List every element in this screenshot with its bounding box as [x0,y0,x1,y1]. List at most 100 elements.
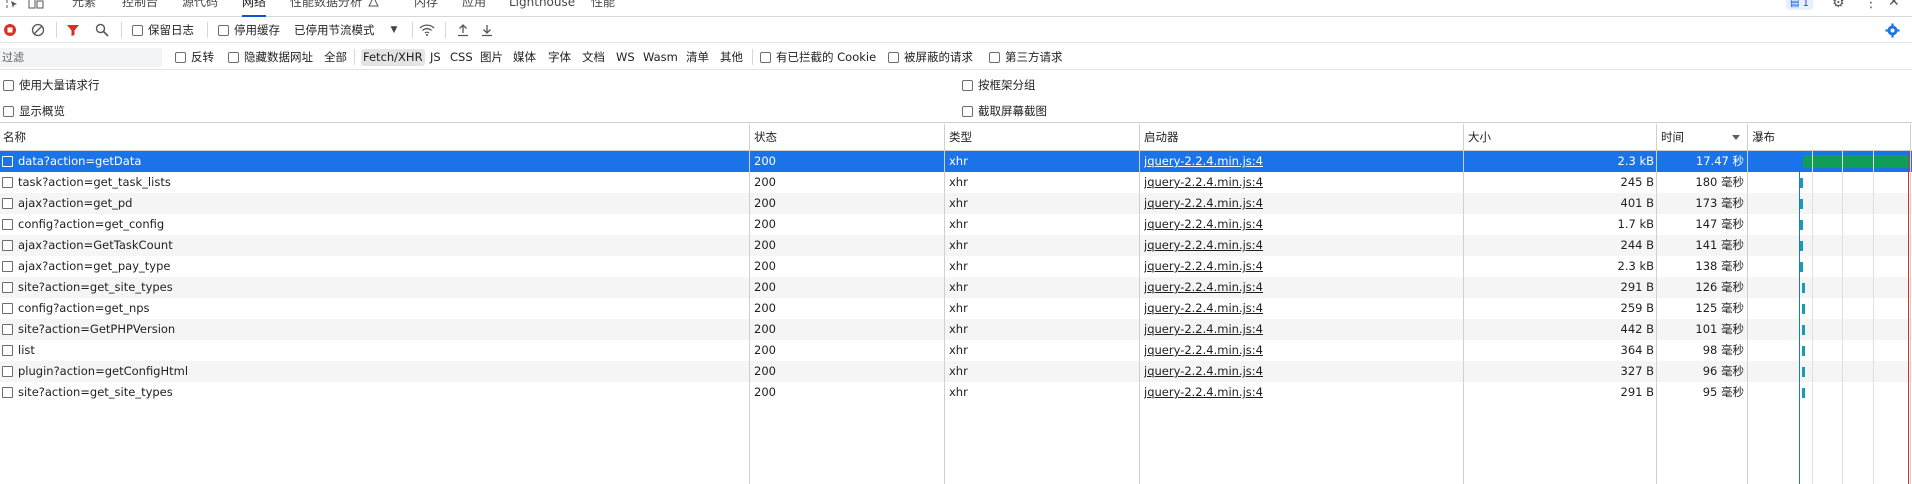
type-filter-all[interactable]: 全部 [322,49,349,66]
column-divider[interactable] [1910,124,1911,484]
inspect-element-icon[interactable] [6,0,19,12]
table-row[interactable]: ajax?action=get_pd 200 xhr jquery-2.2.4.min… [0,193,1912,214]
tab-performance[interactable]: 性能 [591,0,615,17]
network-settings-button[interactable] [1885,17,1900,43]
column-header-waterfall[interactable]: 瀑布 [1749,124,1775,151]
issues-count: 1 [1802,0,1810,9]
type-filter-img[interactable]: 图片 [478,49,505,66]
table-row[interactable]: site?action=get_site_types 200 xhr jquery-2… [0,277,1912,298]
export-har-button[interactable] [480,17,494,43]
type-filter-other[interactable]: 其他 [718,49,745,66]
show-overview-checkbox[interactable]: 显示概览 [3,103,65,119]
column-header-time[interactable]: 时间 [1658,124,1684,151]
type-filter-fetch-xhr[interactable]: Fetch/XHR [361,49,425,66]
cell-status: 200 [754,364,776,378]
type-filter-media[interactable]: 媒体 [511,49,538,66]
table-row[interactable]: data?action=getData 200 xhr jquery-2.2.4.mi… [0,151,1912,172]
tab-lighthouse[interactable]: Lighthouse [509,0,575,17]
column-divider[interactable] [1139,124,1140,484]
table-row[interactable]: list 200 xhr jquery-2.2.4.min.js:4 364 B 98 毫… [0,340,1912,361]
search-button[interactable] [95,17,109,43]
cell-initiator[interactable]: jquery-2.2.4.min.js:4 [1144,235,1444,256]
filter-input[interactable] [0,48,162,67]
cell-initiator[interactable]: jquery-2.2.4.min.js:4 [1144,193,1444,214]
waterfall-bar [1802,283,1805,293]
cell-size: 2.3 kB [1617,259,1655,273]
third-party-checkbox[interactable]: 第三方请求 [989,44,1063,70]
throttling-value: 已停用节流模式 [294,23,375,37]
clear-button[interactable] [31,17,45,43]
type-filter-manifest[interactable]: 清单 [684,49,711,66]
column-divider[interactable] [1463,124,1464,484]
request-type-icon [2,261,13,272]
network-conditions-button[interactable] [419,17,435,43]
cell-time: 173 毫秒 [1695,196,1744,210]
cell-time: 98 毫秒 [1702,343,1744,357]
large-rows-checkbox[interactable]: 使用大量请求行 [3,77,100,93]
cell-initiator[interactable]: jquery-2.2.4.min.js:4 [1144,382,1444,403]
table-header: 名称 状态 类型 启动器 大小 时间 瀑布 [0,124,1912,151]
blocked-requests-checkbox[interactable]: 被屏蔽的请求 [888,44,973,70]
table-row[interactable]: plugin?action=getConfigHtml 200 xhr jquery-… [0,361,1912,382]
issues-badge[interactable]: ▤ 1 [1786,0,1814,10]
waterfall-bar [1800,220,1803,230]
preserve-log-checkbox[interactable]: 保留日志 [132,17,194,43]
import-har-button[interactable] [456,17,470,43]
cell-initiator[interactable]: jquery-2.2.4.min.js:4 [1144,172,1444,193]
cell-initiator[interactable]: jquery-2.2.4.min.js:4 [1144,298,1444,319]
capture-screenshots-checkbox[interactable]: 截取屏幕截图 [962,103,1047,119]
cell-size: 2.3 kB [1617,154,1655,168]
cell-initiator[interactable]: jquery-2.2.4.min.js:4 [1144,340,1444,361]
table-row[interactable]: config?action=get_nps 200 xhr jquery-2.2.4.… [0,298,1912,319]
cell-initiator[interactable]: jquery-2.2.4.min.js:4 [1144,151,1444,172]
disable-cache-checkbox[interactable]: 停用缓存 [218,17,280,43]
column-header-name[interactable]: 名称 [0,124,26,151]
cell-initiator[interactable]: jquery-2.2.4.min.js:4 [1144,277,1444,298]
type-filter-ws[interactable]: WS [614,49,637,66]
group-by-frame-checkbox[interactable]: 按框架分组 [962,77,1036,93]
column-header-initiator[interactable]: 启动器 [1141,124,1179,151]
close-icon[interactable]: ✕ [1888,0,1900,10]
tab-sources[interactable]: 源代码 [182,0,218,17]
throttling-select[interactable]: 已停用节流模式 ▼ [294,17,397,43]
table-row[interactable]: site?action=get_site_types 200 xhr jquery-2… [0,382,1912,403]
invert-checkbox[interactable]: 反转 [175,44,214,70]
device-toolbar-icon[interactable] [28,0,44,12]
type-filter-css[interactable]: CSS [448,49,475,66]
column-divider[interactable] [1656,124,1657,484]
tab-network[interactable]: 网络 [242,0,267,17]
tab-application[interactable]: 应用 [462,0,486,17]
tab-console[interactable]: 控制台 [122,0,158,17]
type-filter-wasm[interactable]: Wasm [641,49,680,66]
table-row[interactable]: site?action=GetPHPVersion 200 xhr jquery-2.… [0,319,1912,340]
cell-initiator[interactable]: jquery-2.2.4.min.js:4 [1144,319,1444,340]
table-row[interactable]: ajax?action=get_pay_type 200 xhr jquery-2.2… [0,256,1912,277]
tab-memory[interactable]: 内存 [414,0,438,17]
record-button[interactable] [3,17,17,43]
settings-gear-icon[interactable]: ⚙ [1832,0,1845,11]
type-filter-doc[interactable]: 文档 [580,49,607,66]
cell-initiator[interactable]: jquery-2.2.4.min.js:4 [1144,214,1444,235]
cell-initiator[interactable]: jquery-2.2.4.min.js:4 [1144,361,1444,382]
hide-data-urls-checkbox[interactable]: 隐藏数据网址 [228,44,313,70]
tab-elements[interactable]: 元素 [72,0,96,17]
table-row[interactable]: task?action=get_task_lists 200 xhr jquery-2… [0,172,1912,193]
column-header-status[interactable]: 状态 [751,124,777,151]
type-filter-js[interactable]: JS [428,49,443,66]
more-options-icon[interactable]: ⋮ [1864,0,1878,11]
waterfall-load-line [1908,151,1909,484]
cell-status: 200 [754,154,776,168]
column-divider[interactable] [749,124,750,484]
blocked-cookies-checkbox[interactable]: 有已拦截的 Cookie [760,44,876,70]
column-header-type[interactable]: 类型 [946,124,972,151]
column-divider[interactable] [1747,124,1748,484]
table-row[interactable]: ajax?action=GetTaskCount 200 xhr jquery-2.2… [0,235,1912,256]
cell-initiator[interactable]: jquery-2.2.4.min.js:4 [1144,256,1444,277]
table-row[interactable]: config?action=get_config 200 xhr jquery-2.2… [0,214,1912,235]
checkbox-box [132,24,143,36]
type-filter-font[interactable]: 字体 [546,49,573,66]
filter-toggle-button[interactable] [66,17,80,43]
tab-performance-insights[interactable]: 性能数据分析 [290,0,362,17]
column-divider[interactable] [944,124,945,484]
column-header-size[interactable]: 大小 [1465,124,1491,151]
